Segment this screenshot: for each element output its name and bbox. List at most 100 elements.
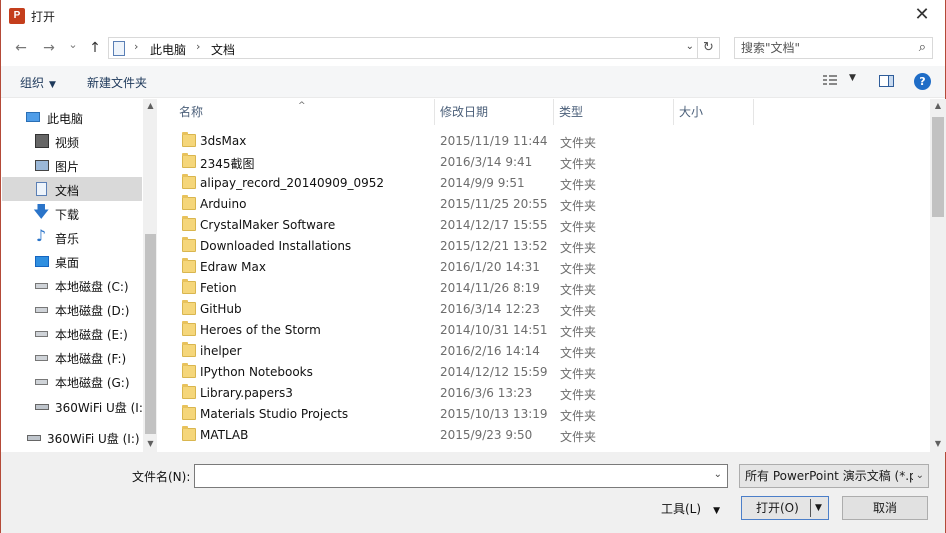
caret-down-icon[interactable]: ▼ bbox=[815, 497, 822, 519]
sidebar-item-desktop[interactable]: 桌面 bbox=[2, 249, 142, 273]
file-type: 文件夹 bbox=[560, 367, 597, 381]
sidebar-item-drive-g[interactable]: 本地磁盘 (G:) bbox=[2, 369, 142, 393]
search-input[interactable] bbox=[735, 38, 905, 58]
refresh-button[interactable]: ↻ bbox=[698, 37, 720, 59]
table-row[interactable]: Downloaded Installations 2015/12/21 13:52… bbox=[161, 236, 931, 257]
folder-icon bbox=[182, 216, 196, 231]
caret-down-icon[interactable]: ▼ bbox=[849, 73, 856, 83]
scroll-up-icon[interactable]: ▲ bbox=[930, 101, 946, 110]
breadcrumb-separator-icon[interactable]: › bbox=[134, 40, 138, 53]
back-button[interactable]: ← bbox=[11, 38, 31, 58]
sidebar-item-label: 图片 bbox=[55, 160, 80, 174]
table-row[interactable]: MATLAB 2015/9/23 9:50 文件夹 bbox=[161, 425, 931, 446]
cancel-button[interactable]: 取消 bbox=[842, 496, 928, 520]
table-row[interactable]: Heroes of the Storm 2014/10/31 14:51 文件夹 bbox=[161, 320, 931, 341]
breadcrumb-separator-icon[interactable]: › bbox=[196, 40, 200, 53]
folder-icon bbox=[182, 174, 196, 189]
breadcrumb-documents[interactable]: 文档 bbox=[211, 41, 235, 58]
drive-icon bbox=[35, 379, 48, 385]
column-header-name[interactable]: 名称 ^ bbox=[161, 99, 434, 125]
folder-icon bbox=[182, 237, 196, 252]
sidebar-item-label: 360WiFi U盘 (I: bbox=[55, 401, 143, 415]
table-row[interactable]: GitHub 2016/3/14 12:23 文件夹 bbox=[161, 299, 931, 320]
chevron-down-icon[interactable]: ⌄ bbox=[686, 41, 694, 52]
file-type: 文件夹 bbox=[560, 241, 597, 255]
sidebar-item-documents[interactable]: 文档 bbox=[2, 177, 142, 201]
file-type: 文件夹 bbox=[560, 325, 597, 339]
file-name: Fetion bbox=[200, 281, 237, 295]
table-row[interactable]: Fetion 2014/11/26 8:19 文件夹 bbox=[161, 278, 931, 299]
address-bar[interactable]: › 此电脑 › 文档 ⌄ bbox=[108, 37, 698, 59]
table-row[interactable]: 2345截图 2016/3/14 9:41 文件夹 bbox=[161, 152, 931, 173]
table-row[interactable]: CrystalMaker Software 2014/12/17 15:55 文件夹 bbox=[161, 215, 931, 236]
file-type: 文件夹 bbox=[560, 346, 597, 360]
file-date: 2016/3/14 9:41 bbox=[440, 155, 533, 169]
up-button[interactable]: ↑ bbox=[85, 38, 105, 58]
column-header-label: 名称 bbox=[179, 105, 204, 119]
column-divider[interactable] bbox=[753, 99, 754, 125]
column-header-size[interactable]: 大小 bbox=[673, 99, 753, 125]
sidebar-item-pictures[interactable]: 图片 bbox=[2, 153, 142, 177]
table-row[interactable]: Materials Studio Projects 2015/10/13 13:1… bbox=[161, 404, 931, 425]
organize-button[interactable]: 组织 ▼ bbox=[20, 74, 56, 91]
sidebar-item-drive-c[interactable]: 本地磁盘 (C:) bbox=[2, 273, 142, 297]
file-type: 文件夹 bbox=[560, 304, 597, 318]
drive-icon bbox=[35, 331, 48, 337]
file-type: 文件夹 bbox=[560, 409, 597, 423]
file-name: MATLAB bbox=[200, 428, 249, 442]
sidebar-item-usb-drive-root[interactable]: 360WiFi U盘 (I:) bbox=[2, 425, 142, 449]
view-details-icon[interactable] bbox=[823, 74, 837, 87]
forward-button[interactable]: → bbox=[39, 38, 59, 58]
new-folder-button[interactable]: 新建文件夹 bbox=[87, 74, 147, 91]
file-date: 2016/1/20 14:31 bbox=[440, 260, 540, 274]
open-button[interactable]: 打开(O) ▼ bbox=[741, 496, 829, 520]
table-row[interactable]: Library.papers3 2016/3/6 13:23 文件夹 bbox=[161, 383, 931, 404]
file-type: 文件夹 bbox=[560, 283, 597, 297]
sidebar-item-label: 音乐 bbox=[55, 232, 80, 246]
close-button[interactable]: ✕ bbox=[899, 0, 945, 31]
sidebar-item-music[interactable]: ♪ 音乐 bbox=[2, 225, 142, 249]
table-row[interactable]: 3dsMax 2015/11/19 11:44 文件夹 bbox=[161, 131, 931, 152]
scrollbar-thumb[interactable] bbox=[932, 117, 944, 217]
sidebar-item-downloads[interactable]: 🡇 下载 bbox=[2, 201, 142, 225]
filename-combobox[interactable]: ⌄ bbox=[194, 464, 728, 488]
column-header-type[interactable]: 类型 bbox=[553, 99, 673, 125]
sidebar-item-drive-f[interactable]: 本地磁盘 (F:) bbox=[2, 345, 142, 369]
folder-icon bbox=[182, 300, 196, 315]
table-row[interactable]: Edraw Max 2016/1/20 14:31 文件夹 bbox=[161, 257, 931, 278]
column-header-date[interactable]: 修改日期 bbox=[434, 99, 554, 125]
scroll-down-icon[interactable]: ▼ bbox=[930, 439, 946, 448]
sidebar-item-drive-e[interactable]: 本地磁盘 (E:) bbox=[2, 321, 142, 345]
scroll-up-icon[interactable]: ▲ bbox=[143, 101, 157, 110]
table-row[interactable]: ihelper 2016/2/16 14:14 文件夹 bbox=[161, 341, 931, 362]
scrollbar-thumb[interactable] bbox=[145, 234, 156, 434]
help-icon[interactable]: ? bbox=[914, 73, 931, 90]
table-row[interactable]: alipay_record_20140909_0952 2014/9/9 9:51… bbox=[161, 173, 931, 194]
drive-icon bbox=[35, 355, 48, 361]
file-date: 2016/3/14 12:23 bbox=[440, 302, 540, 316]
filename-input[interactable] bbox=[195, 465, 705, 487]
sidebar-item-videos[interactable]: 视频 bbox=[2, 129, 142, 153]
table-row[interactable]: IPython Notebooks 2014/12/12 15:59 文件夹 bbox=[161, 362, 931, 383]
search-box[interactable]: ⌕ bbox=[734, 37, 933, 59]
tools-button[interactable]: 工具(L) ▼ bbox=[661, 500, 720, 517]
navigation-pane: 此电脑 视频 图片 文档 🡇 下载 ♪ 音乐 桌面 本地磁盘 (C:) 本地磁盘… bbox=[2, 99, 157, 452]
sidebar-scrollbar[interactable]: ▲ ▼ bbox=[143, 99, 157, 452]
file-date: 2015/11/25 20:55 bbox=[440, 197, 548, 211]
scroll-down-icon[interactable]: ▼ bbox=[143, 439, 157, 448]
video-icon bbox=[35, 134, 49, 148]
chevron-down-icon[interactable]: ⌄ bbox=[714, 469, 722, 480]
recent-locations-button[interactable]: ⌄ bbox=[63, 35, 83, 55]
search-icon[interactable]: ⌕ bbox=[919, 40, 926, 55]
sidebar-item-label: 本地磁盘 (D:) bbox=[55, 304, 130, 318]
file-list-scrollbar[interactable]: ▲ ▼ bbox=[930, 99, 946, 452]
sort-ascending-icon: ^ bbox=[298, 101, 306, 111]
sidebar-item-drive-d[interactable]: 本地磁盘 (D:) bbox=[2, 297, 142, 321]
breadcrumb-this-pc[interactable]: 此电脑 bbox=[150, 41, 186, 58]
sidebar-item-usb-drive[interactable]: 360WiFi U盘 (I: bbox=[2, 394, 143, 418]
preview-pane-icon[interactable] bbox=[879, 75, 894, 87]
sidebar-item-this-pc[interactable]: 此电脑 bbox=[2, 105, 142, 129]
table-row[interactable]: Arduino 2015/11/25 20:55 文件夹 bbox=[161, 194, 931, 215]
file-date: 2016/3/6 13:23 bbox=[440, 386, 533, 400]
filetype-select[interactable]: 所有 PowerPoint 演示文稿 (*.p ⌄ bbox=[739, 464, 929, 488]
